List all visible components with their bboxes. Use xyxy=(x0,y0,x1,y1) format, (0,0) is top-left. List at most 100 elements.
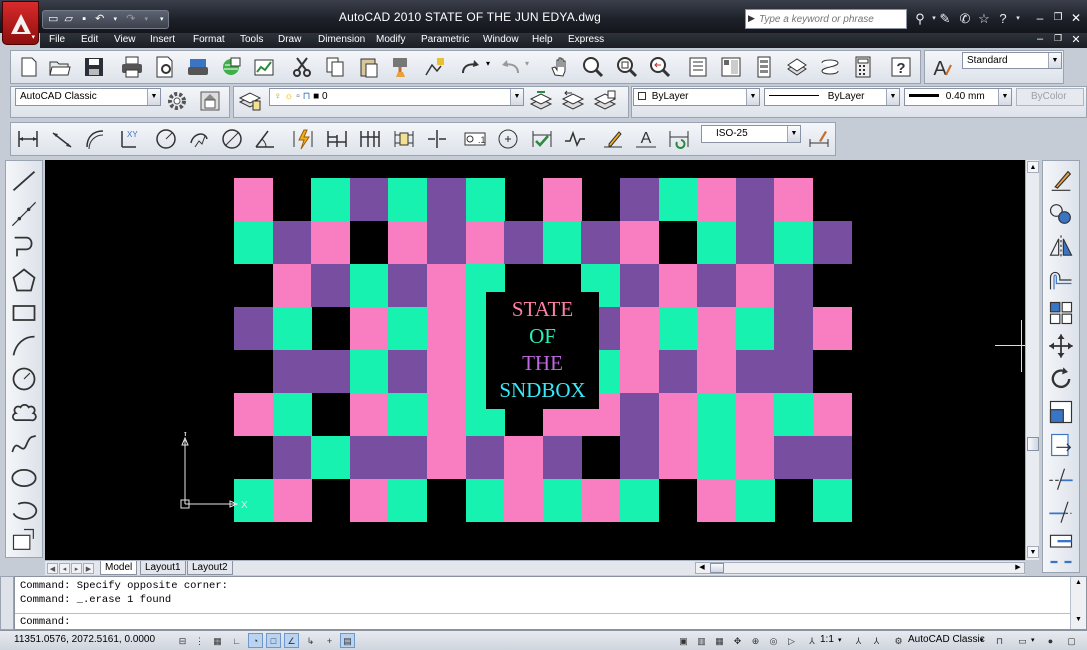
offset-button[interactable] xyxy=(1044,265,1078,295)
block-editor-button[interactable] xyxy=(422,54,448,80)
menu-edit[interactable]: Edit xyxy=(81,34,98,45)
infer-constraints-icon[interactable]: ⊟ xyxy=(175,633,190,648)
tool-palettes-button[interactable] xyxy=(751,54,777,80)
customize-qat-icon[interactable]: ▾ xyxy=(156,13,169,26)
tab-layout2[interactable]: Layout2 xyxy=(187,561,233,575)
continue-dimension-button[interactable] xyxy=(357,126,383,152)
open-button[interactable] xyxy=(47,54,73,80)
combo-dropdown-icon[interactable]: ▼ xyxy=(787,126,800,142)
snap-mode-icon[interactable]: ⋮ xyxy=(192,633,207,648)
diameter-dimension-button[interactable] xyxy=(219,126,245,152)
quick-view-layouts-icon[interactable]: ▥ xyxy=(694,633,709,648)
make-object-layer-current-button[interactable] xyxy=(528,88,554,114)
zoom-previous-button[interactable] xyxy=(647,54,673,80)
help-toolbar-button[interactable]: ? xyxy=(888,54,914,80)
ordinate-dimension-button[interactable]: XY xyxy=(115,126,141,152)
command-scroll-down-icon[interactable]: ▼ xyxy=(1073,615,1084,625)
zoom-realtime-button[interactable] xyxy=(580,54,606,80)
aligned-dimension-button[interactable] xyxy=(49,126,75,152)
help-dropdown-icon[interactable]: ▾ xyxy=(1010,11,1026,27)
dynamic-input-icon[interactable]: + xyxy=(322,633,337,648)
lineweight-control-combo[interactable]: 0.40 mm ▼ xyxy=(904,88,1012,106)
combo-dropdown-icon[interactable]: ▼ xyxy=(998,89,1011,105)
quick-dimension-button[interactable] xyxy=(290,126,316,152)
showmotion-icon[interactable]: ▷ xyxy=(784,633,799,648)
toolbar-lock-icon[interactable]: ⊓ xyxy=(992,633,1007,648)
model-space-icon[interactable]: ▣ xyxy=(676,633,691,648)
dimension-update-button[interactable] xyxy=(666,126,692,152)
menu-window[interactable]: Window xyxy=(483,34,519,45)
radius-dimension-button[interactable] xyxy=(153,126,179,152)
help-search-box[interactable]: ▶ xyxy=(745,9,907,29)
linear-dimension-button[interactable] xyxy=(15,126,41,152)
center-mark-button[interactable] xyxy=(495,126,521,152)
ellipse-button[interactable] xyxy=(7,463,41,493)
tab-model[interactable]: Model xyxy=(100,561,138,575)
3d-dwf-button[interactable] xyxy=(218,54,244,80)
baseline-dimension-button[interactable] xyxy=(324,126,350,152)
doc-minimize-icon[interactable]: – xyxy=(1033,33,1047,45)
revision-cloud-button[interactable] xyxy=(7,397,41,427)
restore-window-icon[interactable]: ❐ xyxy=(1051,11,1065,25)
jogged-linear-button[interactable] xyxy=(562,126,588,152)
paste-button[interactable] xyxy=(356,54,382,80)
status-workspace-value[interactable]: AutoCAD Classic xyxy=(908,634,985,645)
layer-states-button[interactable] xyxy=(592,88,618,114)
steering-wheel-icon[interactable]: ◎ xyxy=(766,633,781,648)
menu-parametric[interactable]: Parametric xyxy=(421,34,469,45)
menu-insert[interactable]: Insert xyxy=(150,34,175,45)
design-center-button[interactable] xyxy=(718,54,744,80)
menu-help[interactable]: Help xyxy=(532,34,553,45)
sheet-set-manager-button[interactable] xyxy=(784,54,810,80)
command-window-grip[interactable] xyxy=(0,576,14,630)
polygon-button[interactable] xyxy=(7,265,41,295)
annotation-scale-icon[interactable]: ⅄ xyxy=(806,633,818,648)
construction-line-button[interactable] xyxy=(7,199,41,229)
layer-combo[interactable]: ♀ ☼ ▫ ⊓ ■ 0 ▼ xyxy=(269,88,524,106)
tray-settings-dropdown-icon[interactable]: ▾ xyxy=(1031,636,1035,644)
jogged-dimension-button[interactable] xyxy=(186,126,212,152)
tab-layout1[interactable]: Layout1 xyxy=(140,561,186,575)
menu-file[interactable]: File xyxy=(49,34,65,45)
workspace-combo[interactable]: AutoCAD Classic ▼ xyxy=(15,88,161,106)
next-tab-icon[interactable]: ▸ xyxy=(71,563,82,574)
save-icon[interactable]: ▪ xyxy=(78,13,91,26)
text-style-button[interactable]: A xyxy=(929,54,955,80)
pan-button[interactable] xyxy=(547,54,573,80)
dimension-edit-button[interactable] xyxy=(600,126,626,152)
copy-button[interactable] xyxy=(322,54,348,80)
rectangle-button[interactable] xyxy=(7,298,41,328)
linetype-control-combo[interactable]: ByLayer ▼ xyxy=(764,88,900,106)
plot-preview-button[interactable] xyxy=(152,54,178,80)
line-tool-button[interactable] xyxy=(7,166,41,196)
arc-length-button[interactable] xyxy=(82,126,108,152)
prev-tab-icon[interactable]: ◂ xyxy=(59,563,70,574)
color-control-combo[interactable]: ByLayer ▼ xyxy=(633,88,760,106)
search-expand-icon[interactable]: ▶ xyxy=(748,13,755,24)
layer-previous-button[interactable] xyxy=(560,88,586,114)
menu-dimension[interactable]: Dimension xyxy=(318,34,365,45)
ortho-mode-icon[interactable]: ∟ xyxy=(229,633,244,648)
markup-set-manager-button[interactable] xyxy=(817,54,843,80)
arc-button[interactable] xyxy=(7,331,41,361)
quick-view-drawings-icon[interactable]: ▦ xyxy=(712,633,727,648)
text-style-combo[interactable]: Standard ▼ xyxy=(962,52,1062,69)
erase-button[interactable] xyxy=(1044,166,1078,196)
object-snap-tracking-icon[interactable]: ∠ xyxy=(284,633,299,648)
object-snap-icon[interactable]: □ xyxy=(266,633,281,648)
tolerance-button[interactable]: .1 xyxy=(462,126,488,152)
workspace-dropdown-icon[interactable]: ▾ xyxy=(980,636,984,644)
show-lineweight-icon[interactable]: ▤ xyxy=(340,633,355,648)
annotation-visibility-icon[interactable]: ⅄ xyxy=(851,633,866,648)
redo-dropdown-icon[interactable]: ▾ xyxy=(140,13,153,26)
redo-dropdown-icon[interactable]: ▾ xyxy=(486,59,490,68)
vertical-scroll-thumb[interactable] xyxy=(1027,437,1039,451)
workspace-lock-button[interactable] xyxy=(197,88,223,114)
pan-status-icon[interactable]: ✥ xyxy=(730,633,745,648)
menu-modify[interactable]: Modify xyxy=(376,34,405,45)
scroll-up-icon[interactable]: ▲ xyxy=(1027,161,1039,173)
scroll-left-icon[interactable]: ◀ xyxy=(696,563,708,573)
drawing-canvas[interactable]: STATE OF THE SNDBOX Y X xyxy=(45,160,1025,560)
zoom-window-button[interactable] xyxy=(614,54,640,80)
open-file-icon[interactable]: ▱ xyxy=(63,13,76,26)
